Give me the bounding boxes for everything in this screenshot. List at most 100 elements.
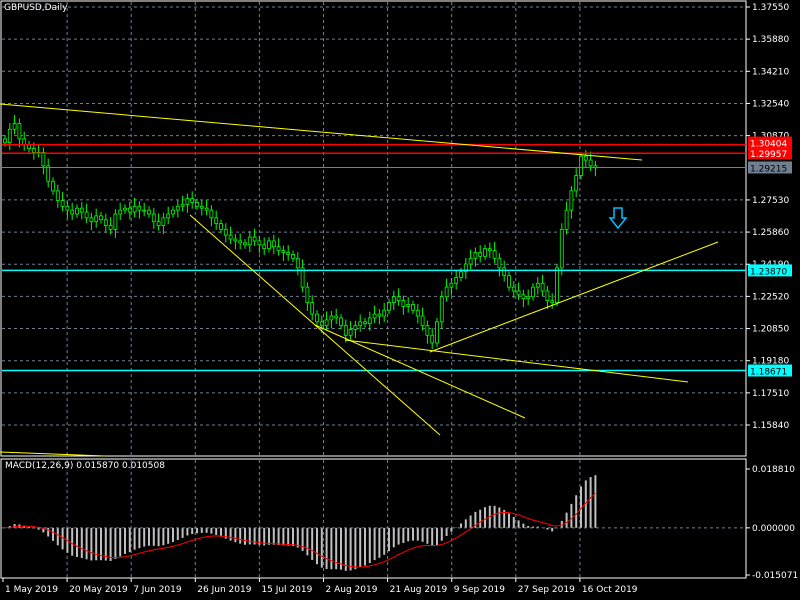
x-tick-label: 27 Sep 2019 bbox=[518, 585, 575, 595]
candle-body bbox=[449, 282, 454, 288]
candle-body bbox=[564, 209, 569, 230]
candle-body bbox=[324, 319, 329, 327]
chart-window[interactable]: 1 May 2019 20 May 2019 7 Jun 2019 26 Jun 20… bbox=[0, 0, 800, 600]
candle-body bbox=[555, 267, 559, 303]
candle-body bbox=[521, 294, 526, 300]
candle-body bbox=[262, 244, 267, 250]
candle-body bbox=[420, 315, 425, 327]
candle-body bbox=[305, 286, 310, 303]
candle-body bbox=[516, 290, 521, 296]
down-arrow-icon bbox=[608, 207, 628, 230]
candle-body bbox=[89, 217, 94, 223]
x-tick-label: 26 Jun 2019 bbox=[197, 585, 251, 595]
x-tick-label: 9 Sep 2019 bbox=[454, 585, 506, 595]
candle-body bbox=[209, 209, 214, 219]
candle-body bbox=[142, 209, 147, 212]
candle-body bbox=[286, 252, 291, 255]
candle-body bbox=[3, 138, 7, 144]
chart-title: GBPUSD,Daily bbox=[4, 3, 68, 13]
trendline bbox=[0, 451, 106, 457]
candle-body bbox=[17, 123, 22, 140]
y-tick-label: 1.22520 bbox=[752, 292, 789, 302]
price-chart[interactable]: 1 May 2019 20 May 2019 7 Jun 2019 26 Jun 20… bbox=[0, 0, 800, 600]
candle-body bbox=[415, 309, 420, 317]
candle-body bbox=[147, 209, 151, 215]
candle-body bbox=[430, 334, 435, 344]
main-frame bbox=[0, 0, 747, 457]
x-tick-label: 15 Jul 2019 bbox=[261, 585, 312, 595]
candle-body bbox=[377, 313, 382, 317]
macd-tick-label: -0.015071 bbox=[752, 571, 798, 581]
candle-body bbox=[473, 252, 478, 259]
candle-body bbox=[583, 155, 588, 161]
candle-body bbox=[70, 209, 75, 215]
trendline bbox=[0, 103, 643, 161]
candle-body bbox=[180, 203, 185, 207]
candle-body bbox=[55, 190, 60, 201]
x-tick-label: 21 Aug 2019 bbox=[390, 585, 448, 595]
candle-body bbox=[396, 296, 401, 302]
candle-body bbox=[267, 240, 271, 250]
candle-body bbox=[574, 175, 579, 192]
macd-tick-label: 0.000000 bbox=[752, 524, 795, 534]
candle-body bbox=[319, 321, 324, 327]
candle-body bbox=[459, 271, 463, 278]
candle-body bbox=[507, 275, 511, 288]
candle-body bbox=[363, 321, 367, 325]
level-price-label: 1.29957 bbox=[750, 150, 787, 160]
macd-label: MACD(12,26,9) 0.015870 0.010508 bbox=[5, 461, 165, 471]
candle-body bbox=[132, 205, 137, 213]
x-tick-label: 7 Jun 2019 bbox=[133, 585, 182, 595]
candle-body bbox=[545, 290, 550, 302]
y-tick-label: 1.35880 bbox=[752, 35, 789, 45]
candle-body bbox=[166, 213, 171, 219]
candle-body bbox=[79, 207, 84, 213]
candle-body bbox=[137, 205, 142, 211]
candle-body bbox=[46, 165, 51, 182]
level-price-label: 1.29215 bbox=[750, 164, 787, 174]
candle-body bbox=[468, 257, 473, 265]
candle-body bbox=[243, 242, 247, 246]
candle-body bbox=[22, 138, 27, 146]
candle-body bbox=[276, 246, 281, 251]
candle-body bbox=[579, 155, 583, 176]
candle-body bbox=[41, 151, 46, 167]
candle-body bbox=[439, 296, 444, 323]
candle-body bbox=[492, 250, 497, 259]
candle-body bbox=[238, 240, 243, 244]
candle-body bbox=[406, 304, 411, 307]
y-tick-label: 1.34210 bbox=[752, 67, 789, 77]
candle-body bbox=[156, 221, 161, 226]
candle-body bbox=[113, 213, 118, 230]
candle-body bbox=[569, 190, 574, 211]
candle-body bbox=[190, 198, 195, 203]
candle-body bbox=[391, 296, 396, 303]
candle-body bbox=[51, 180, 55, 192]
candle-body bbox=[219, 223, 223, 230]
candle-body bbox=[411, 304, 415, 311]
candle-body bbox=[204, 207, 209, 211]
candle-body bbox=[257, 240, 262, 246]
candle-body bbox=[12, 123, 17, 130]
candle-body bbox=[334, 315, 339, 319]
y-tick-label: 1.32540 bbox=[752, 99, 789, 109]
candle-body bbox=[425, 325, 430, 336]
candle-body bbox=[247, 236, 252, 246]
level-price-label: 1.23870 bbox=[750, 267, 787, 277]
candle-body bbox=[358, 321, 363, 327]
candle-body bbox=[65, 205, 70, 211]
candle-body bbox=[185, 198, 190, 205]
y-tick-label: 1.17510 bbox=[752, 389, 789, 399]
candle-body bbox=[559, 228, 564, 269]
candle-body bbox=[483, 248, 487, 257]
candle-body bbox=[75, 207, 79, 215]
macd-frame bbox=[0, 458, 747, 579]
candle-body bbox=[401, 300, 406, 307]
candle-body bbox=[535, 282, 540, 288]
candle-body bbox=[123, 207, 127, 211]
candle-body bbox=[161, 217, 166, 226]
candle-body bbox=[540, 282, 545, 292]
candle-body bbox=[127, 207, 132, 213]
candle-body bbox=[343, 325, 348, 336]
level-price-label: 1.18671 bbox=[750, 367, 787, 377]
